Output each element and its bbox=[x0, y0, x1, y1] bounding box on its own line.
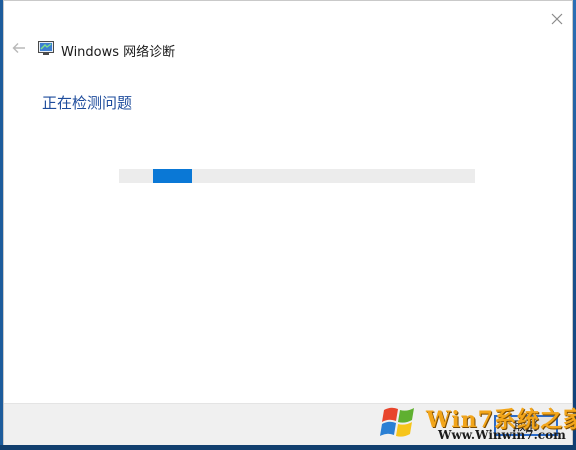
dialog-footer: 取消 bbox=[4, 403, 572, 445]
page-heading: 正在检测问题 bbox=[42, 94, 133, 112]
close-button[interactable] bbox=[546, 9, 568, 29]
desktop-background-bottom bbox=[0, 445, 576, 450]
progress-indicator bbox=[153, 169, 193, 183]
cancel-button[interactable]: 取消 bbox=[494, 415, 558, 436]
back-arrow-icon bbox=[12, 43, 25, 53]
close-icon bbox=[551, 13, 563, 25]
back-button[interactable] bbox=[10, 39, 28, 57]
network-diagnostics-icon bbox=[38, 41, 54, 55]
progress-bar bbox=[119, 169, 475, 183]
network-diagnostics-dialog: Windows 网络诊断 正在检测问题 取消 bbox=[3, 0, 573, 445]
app-title: Windows 网络诊断 bbox=[61, 45, 176, 60]
